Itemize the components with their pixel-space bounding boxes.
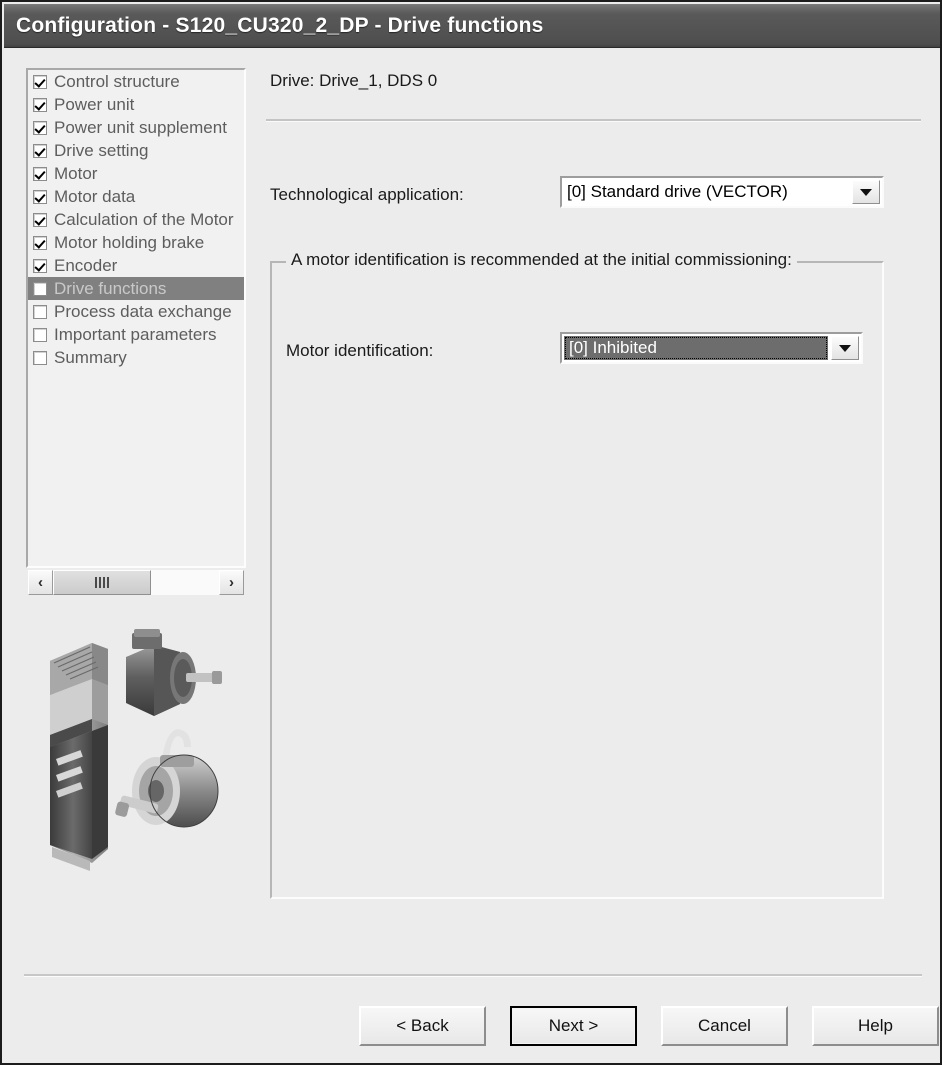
checkbox-checked-icon[interactable] bbox=[33, 166, 47, 181]
tree-item-label: Motor bbox=[54, 163, 98, 183]
tree-item-drive-setting[interactable]: Drive setting bbox=[28, 139, 244, 162]
scroll-left-icon[interactable]: ‹ bbox=[28, 570, 53, 595]
tree-item-label: Power unit supplement bbox=[54, 117, 227, 137]
tree-item-motor[interactable]: Motor bbox=[28, 162, 244, 185]
tree-item-process-data-exchange[interactable]: Process data exchange bbox=[28, 300, 244, 323]
tree-item-label: Process data exchange bbox=[54, 301, 232, 321]
footer-separator bbox=[24, 974, 922, 977]
technological-application-combobox[interactable]: [0] Standard drive (VECTOR) bbox=[560, 176, 884, 208]
tree-item-label: Power unit bbox=[54, 94, 135, 114]
motor-identification-combobox[interactable]: [0] Inhibited bbox=[560, 332, 863, 364]
chevron-down-glyph bbox=[860, 188, 872, 196]
tree-item-motor-holding-brake[interactable]: Motor holding brake bbox=[28, 231, 244, 254]
title-bar: Configuration - S120_CU320_2_DP - Drive … bbox=[4, 4, 940, 48]
tree-item-label: Important parameters bbox=[54, 324, 217, 344]
motor-identification-value[interactable]: [0] Inhibited bbox=[564, 336, 828, 360]
tree-item-label: Control structure bbox=[54, 71, 180, 91]
tree-item-motor-data[interactable]: Motor data bbox=[28, 185, 244, 208]
technological-application-label: Technological application: bbox=[270, 185, 464, 204]
tree-item-label: Summary bbox=[54, 347, 127, 367]
scrollbar-thumb[interactable] bbox=[53, 570, 151, 595]
checkbox-checked-icon[interactable] bbox=[33, 212, 47, 227]
scrollbar-grip-icon bbox=[95, 577, 109, 588]
checkbox-checked-icon[interactable] bbox=[33, 189, 47, 204]
tree-item-label: Drive functions bbox=[54, 278, 167, 298]
tree-item-label: Encoder bbox=[54, 255, 118, 275]
dialog-client-area: Control structure Power unit Power unit su… bbox=[4, 49, 940, 1063]
tree-item-label: Drive setting bbox=[54, 140, 149, 160]
tree-item-summary[interactable]: Summary bbox=[28, 346, 244, 369]
checkbox-unchecked-icon[interactable] bbox=[33, 350, 47, 365]
checkbox-unchecked-icon[interactable] bbox=[33, 304, 47, 319]
configuration-dialog: Configuration - S120_CU320_2_DP - Drive … bbox=[0, 0, 942, 1065]
tree-item-label: Motor data bbox=[54, 186, 136, 206]
checkbox-checked-icon[interactable] bbox=[33, 258, 47, 273]
checkbox-checked-icon[interactable] bbox=[33, 74, 47, 89]
technological-application-value[interactable]: [0] Standard drive (VECTOR) bbox=[562, 178, 850, 206]
checkbox-unchecked-icon[interactable] bbox=[33, 327, 47, 342]
chevron-down-icon[interactable] bbox=[831, 336, 859, 360]
scroll-right-icon[interactable]: › bbox=[219, 570, 244, 595]
checkbox-checked-icon[interactable] bbox=[33, 235, 47, 250]
checkbox-checked-icon[interactable] bbox=[33, 120, 47, 135]
drive-context-label: Drive: Drive_1, DDS 0 bbox=[270, 71, 438, 90]
checkbox-checked-icon[interactable] bbox=[33, 97, 47, 112]
window-title: Configuration - S120_CU320_2_DP - Drive … bbox=[16, 13, 544, 37]
tree-item-power-unit[interactable]: Power unit bbox=[28, 93, 244, 116]
tree-horizontal-scrollbar[interactable]: ‹ › bbox=[28, 570, 244, 595]
help-button[interactable]: Help bbox=[812, 1006, 939, 1046]
tree-item-power-unit-supplement[interactable]: Power unit supplement bbox=[28, 116, 244, 139]
next-button[interactable]: Next > bbox=[510, 1006, 637, 1046]
dialog-button-row: < Back Next > Cancel Help bbox=[359, 1006, 939, 1046]
product-illustration bbox=[50, 629, 222, 871]
wizard-step-tree[interactable]: Control structure Power unit Power unit su… bbox=[26, 68, 246, 568]
tree-item-label: Motor holding brake bbox=[54, 232, 205, 252]
checkbox-unchecked-icon[interactable] bbox=[33, 281, 47, 296]
tree-item-drive-functions[interactable]: Drive functions bbox=[28, 277, 244, 300]
tree-item-label: Calculation of the Motor bbox=[54, 209, 234, 229]
back-button[interactable]: < Back bbox=[359, 1006, 486, 1046]
chevron-down-glyph bbox=[839, 344, 851, 352]
motor-identification-group-title: A motor identification is recommended at… bbox=[286, 250, 797, 270]
cancel-button[interactable]: Cancel bbox=[661, 1006, 788, 1046]
tree-item-calculation-of-the-motor[interactable]: Calculation of the Motor bbox=[28, 208, 244, 231]
checkbox-checked-icon[interactable] bbox=[33, 143, 47, 158]
tree-item-control-structure[interactable]: Control structure bbox=[28, 70, 244, 93]
tree-item-encoder[interactable]: Encoder bbox=[28, 254, 244, 277]
chevron-down-icon[interactable] bbox=[852, 180, 880, 204]
tree-item-important-parameters[interactable]: Important parameters bbox=[28, 323, 244, 346]
scrollbar-track[interactable] bbox=[53, 570, 219, 595]
header-separator bbox=[266, 119, 921, 122]
motor-identification-label: Motor identification: bbox=[286, 341, 434, 360]
